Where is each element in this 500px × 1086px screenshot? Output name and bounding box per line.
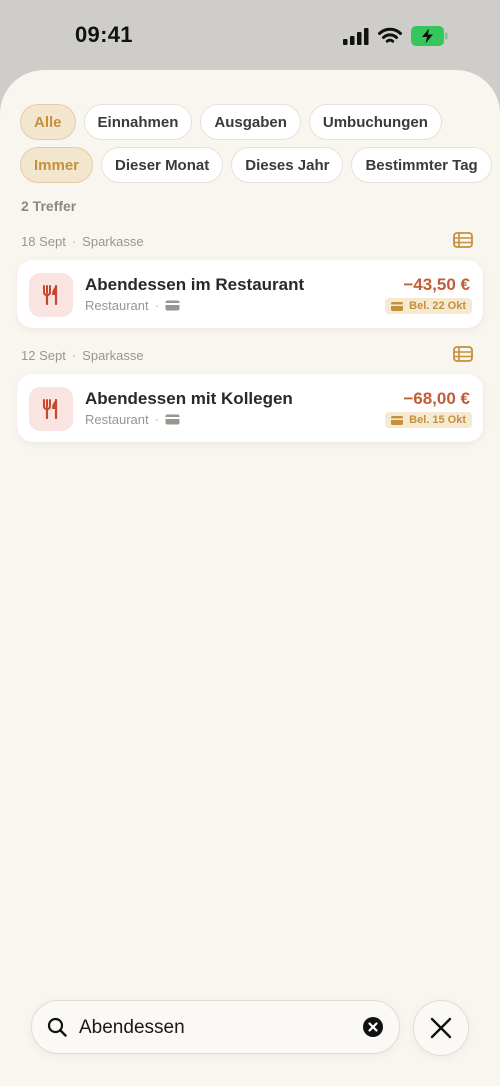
separator-dot: · — [154, 412, 159, 427]
filter-chip-immer[interactable]: Immer — [20, 147, 94, 183]
type-filter-row: Alle Einnahmen Ausgaben Umbuchungen — [20, 104, 442, 140]
separator-dot: · — [71, 347, 77, 363]
transaction-title: Abendessen im Restaurant — [85, 275, 305, 294]
filter-chip-alle[interactable]: Alle — [20, 104, 76, 140]
transaction-card[interactable]: Abendessen im Restaurant Restaurant · −4… — [17, 260, 483, 328]
filter-chip-dieses-jahr[interactable]: Dieses Jahr — [231, 147, 344, 183]
statement-icon[interactable] — [453, 232, 473, 248]
close-icon — [430, 1017, 452, 1039]
booking-badge: Bel. 22 Okt — [385, 298, 472, 314]
status-icons — [343, 26, 448, 46]
filter-chip-bestimmter-tag[interactable]: Bestimmter Tag — [351, 147, 492, 183]
clear-search-icon[interactable] — [363, 1017, 383, 1037]
transaction-amount: −43,50 € — [403, 275, 470, 294]
search-sheet: Alle Einnahmen Ausgaben Umbuchungen Imme… — [0, 70, 500, 1086]
transaction-category: Restaurant — [85, 298, 149, 313]
separator-dot: · — [71, 233, 77, 249]
card-icon — [165, 300, 180, 311]
group-date: 18 Sept — [21, 233, 66, 249]
status-bar: 09:41 — [0, 0, 500, 70]
status-time: 09:41 — [75, 22, 133, 47]
signal-icon — [343, 27, 369, 45]
battery-icon — [411, 26, 448, 46]
transaction-amount: −68,00 € — [403, 389, 470, 408]
period-filter-row: Immer Dieser Monat Dieses Jahr Bestimmte… — [20, 147, 500, 183]
fork-knife-icon — [29, 387, 73, 431]
group-bank: Sparkasse — [82, 233, 144, 249]
group-header: 12 Sept · Sparkasse — [21, 344, 473, 366]
group-header: 18 Sept · Sparkasse — [21, 230, 473, 252]
booking-date: Bel. 22 Okt — [409, 300, 466, 312]
close-search-button[interactable] — [413, 1000, 469, 1056]
statement-icon[interactable] — [453, 346, 473, 362]
separator-dot: · — [154, 298, 159, 313]
transaction-card[interactable]: Abendessen mit Kollegen Restaurant · −68… — [17, 374, 483, 442]
group-bank: Sparkasse — [82, 347, 144, 363]
fork-knife-icon — [29, 273, 73, 317]
transaction-title: Abendessen mit Kollegen — [85, 389, 293, 408]
card-icon — [391, 415, 404, 425]
filter-chip-einnahmen[interactable]: Einnahmen — [83, 104, 193, 140]
group-date: 12 Sept — [21, 347, 66, 363]
filter-chip-dieser-monat[interactable]: Dieser Monat — [101, 147, 224, 183]
transaction-meta: Restaurant · — [85, 298, 180, 313]
search-input[interactable] — [79, 1013, 354, 1043]
filter-chip-umbuchungen[interactable]: Umbuchungen — [308, 104, 442, 140]
search-bar — [31, 1000, 400, 1054]
card-icon — [391, 301, 404, 311]
booking-badge: Bel. 15 Okt — [385, 412, 472, 428]
booking-date: Bel. 15 Okt — [409, 414, 466, 426]
result-count: 2 Treffer — [21, 198, 77, 214]
wifi-icon — [378, 27, 402, 43]
transaction-category: Restaurant — [85, 412, 149, 427]
filter-chip-ausgaben[interactable]: Ausgaben — [200, 104, 301, 140]
search-icon — [47, 1017, 67, 1037]
transaction-meta: Restaurant · — [85, 412, 180, 427]
card-icon — [165, 414, 180, 425]
